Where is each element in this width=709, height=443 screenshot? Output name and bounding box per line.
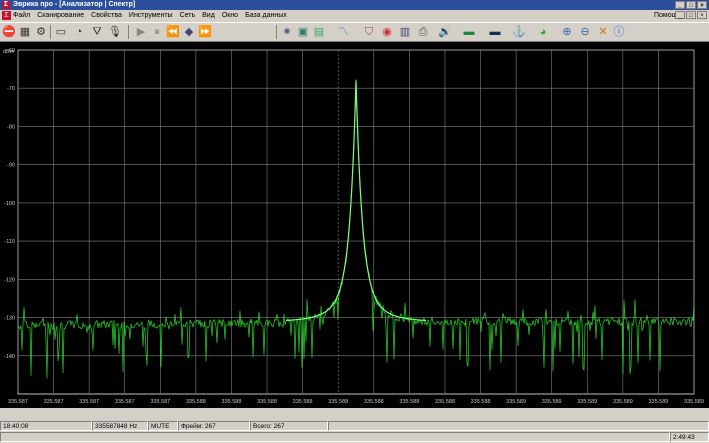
y-tick-label: -120 <box>4 277 15 283</box>
x-tick-label: 335.589 <box>542 399 562 405</box>
gear-icon[interactable]: ✷ <box>280 25 294 39</box>
x-tick-label: 335.589 <box>684 399 704 405</box>
x-tick-label: 335.588 <box>328 399 348 405</box>
document-menu-icon[interactable]: Σ <box>2 11 11 20</box>
y-tick-label: -140 <box>4 354 15 360</box>
status-clock: 2:49:43 <box>670 432 709 442</box>
x-tick-label: 335.588 <box>399 399 419 405</box>
x-tick-label: 335.588 <box>364 399 384 405</box>
app-logo-icon[interactable]: Σ <box>2 1 10 9</box>
x-tick-label: 335.587 <box>8 399 28 405</box>
chart-icon[interactable]: ▤ <box>312 25 326 39</box>
x-tick-label: 335.587 <box>150 399 170 405</box>
x-tick-label: 335.587 <box>115 399 135 405</box>
title-bar: Σ Эврика про - [Анализатор | Спектр] _ □… <box>0 0 709 10</box>
x-tick-label: 335.588 <box>293 399 313 405</box>
speaker-icon[interactable]: 🔊 <box>438 25 452 39</box>
spectrum-trace <box>17 79 695 379</box>
spectrum-chart[interactable]: -60-70-80-90-100-110-120-130-140335.587 3… <box>0 42 709 418</box>
y-tick-label: -70 <box>7 86 15 92</box>
menu-network[interactable]: Сеть <box>180 10 196 22</box>
status-total: Всего: 267 <box>250 421 328 431</box>
x-tick-label: 335.589 <box>577 399 597 405</box>
close-button[interactable]: × <box>697 1 707 9</box>
y-tick-label: -130 <box>4 316 15 322</box>
status-frames: Фрейм: 267 <box>178 421 250 431</box>
forward-icon[interactable]: ⏩ <box>198 25 212 39</box>
settings-icon[interactable]: ⚙ <box>34 25 48 39</box>
menu-tools[interactable]: Инструменты <box>129 10 173 22</box>
filter-funnel-icon[interactable]: ⛉ <box>362 25 376 39</box>
line-chart-icon[interactable]: 〽 <box>336 25 350 39</box>
status-empty <box>328 421 709 431</box>
filter-icon[interactable]: ⛛ <box>90 25 104 39</box>
window-icon[interactable]: ▣ <box>296 25 310 39</box>
x-tick-label: 335.587 <box>44 399 64 405</box>
status-mute: MUTE <box>148 421 178 431</box>
zoom-in-icon[interactable]: ⊕ <box>560 25 574 39</box>
x-tick-label: 335.588 <box>257 399 277 405</box>
play-icon[interactable]: ▶ <box>134 25 148 39</box>
globe-icon[interactable]: ◕ <box>536 25 550 39</box>
close-icon[interactable]: ✕ <box>596 25 610 39</box>
save-icon[interactable]: ▥ <box>398 25 412 39</box>
rewind-icon[interactable]: ⏪ <box>166 25 180 39</box>
x-tick-label: 335.589 <box>648 399 668 405</box>
pause-icon[interactable]: ⏸ <box>150 25 164 39</box>
x-tick-label: 335.588 <box>435 399 455 405</box>
window-title: Эврика про - [Анализатор | Спектр] <box>13 1 136 8</box>
menu-database[interactable]: База данных <box>245 10 287 22</box>
tape-icon[interactable]: ▭ <box>54 25 68 39</box>
stop-icon[interactable]: ⛔ <box>2 25 16 39</box>
y-axis-label: dBm <box>3 49 15 55</box>
doc-minimize-button[interactable]: _ <box>675 11 685 19</box>
status-bar: 18:40:08 335587848 Hz MUTE Фрейм: 267 Вс… <box>0 421 709 432</box>
doc-restore-button[interactable]: □ <box>686 11 696 19</box>
document-icon[interactable]: ▦ <box>18 25 32 39</box>
spectrum-plot[interactable]: -60 -70 -80 -90 -100 -110 -120 -130 -140 335.587 3… <box>0 42 709 418</box>
doc-close-button[interactable]: × <box>697 11 707 19</box>
y-tick-label: -110 <box>4 239 15 245</box>
x-tick-label: 335.589 <box>506 399 526 405</box>
bottom-status-empty <box>0 432 670 442</box>
bottom-bar: 2:49:43 <box>0 432 709 443</box>
x-tick-label: 335.588 <box>471 399 491 405</box>
toolbar: ⛔ ▦ ⚙ ▭ ◔ ⛛ 🎙 ▶ ⏸ ⏪ ◆ ⏩ ✷ ▣ ▤ 〽 ⛉ ◉ ▥ ⎙ … <box>0 22 709 42</box>
zoom-out-icon[interactable]: ⊖ <box>578 25 592 39</box>
x-tick-label: 335.588 <box>186 399 206 405</box>
print-icon[interactable]: ⎙ <box>416 25 430 39</box>
info-icon[interactable]: ⓘ <box>612 25 626 39</box>
record-icon[interactable]: ◉ <box>380 25 394 39</box>
minimize-button[interactable]: _ <box>675 1 685 9</box>
antenna-icon[interactable]: ⚓ <box>512 25 526 39</box>
y-tick-label: -80 <box>7 124 15 130</box>
menu-scan[interactable]: Сканирование <box>37 10 84 22</box>
waveform-icon[interactable]: ▬ <box>462 25 476 39</box>
menu-window[interactable]: Окно <box>222 10 238 22</box>
menu-view[interactable]: Вид <box>202 10 215 22</box>
y-tick-label: -100 <box>4 201 15 207</box>
timer-icon[interactable]: ◔ <box>72 25 86 39</box>
maximize-button[interactable]: □ <box>686 1 696 9</box>
menu-bar: Σ Файл Сканирование Свойства Инструменты… <box>0 10 709 22</box>
y-tick-label: -90 <box>7 163 15 169</box>
spectrum-peak <box>286 80 426 321</box>
status-time: 18:40:08 <box>0 421 92 431</box>
bar-icon[interactable]: ▬ <box>488 25 502 39</box>
menu-file[interactable]: Файл <box>13 10 30 22</box>
status-frequency: 335587848 Hz <box>92 421 148 431</box>
menu-properties[interactable]: Свойства <box>91 10 122 22</box>
x-tick-label: 335.589 <box>613 399 633 405</box>
diamond-icon[interactable]: ◆ <box>182 25 196 39</box>
x-tick-label: 335.587 <box>79 399 99 405</box>
mic-icon[interactable]: 🎙 <box>108 25 122 39</box>
x-tick-label: 335.588 <box>222 399 242 405</box>
